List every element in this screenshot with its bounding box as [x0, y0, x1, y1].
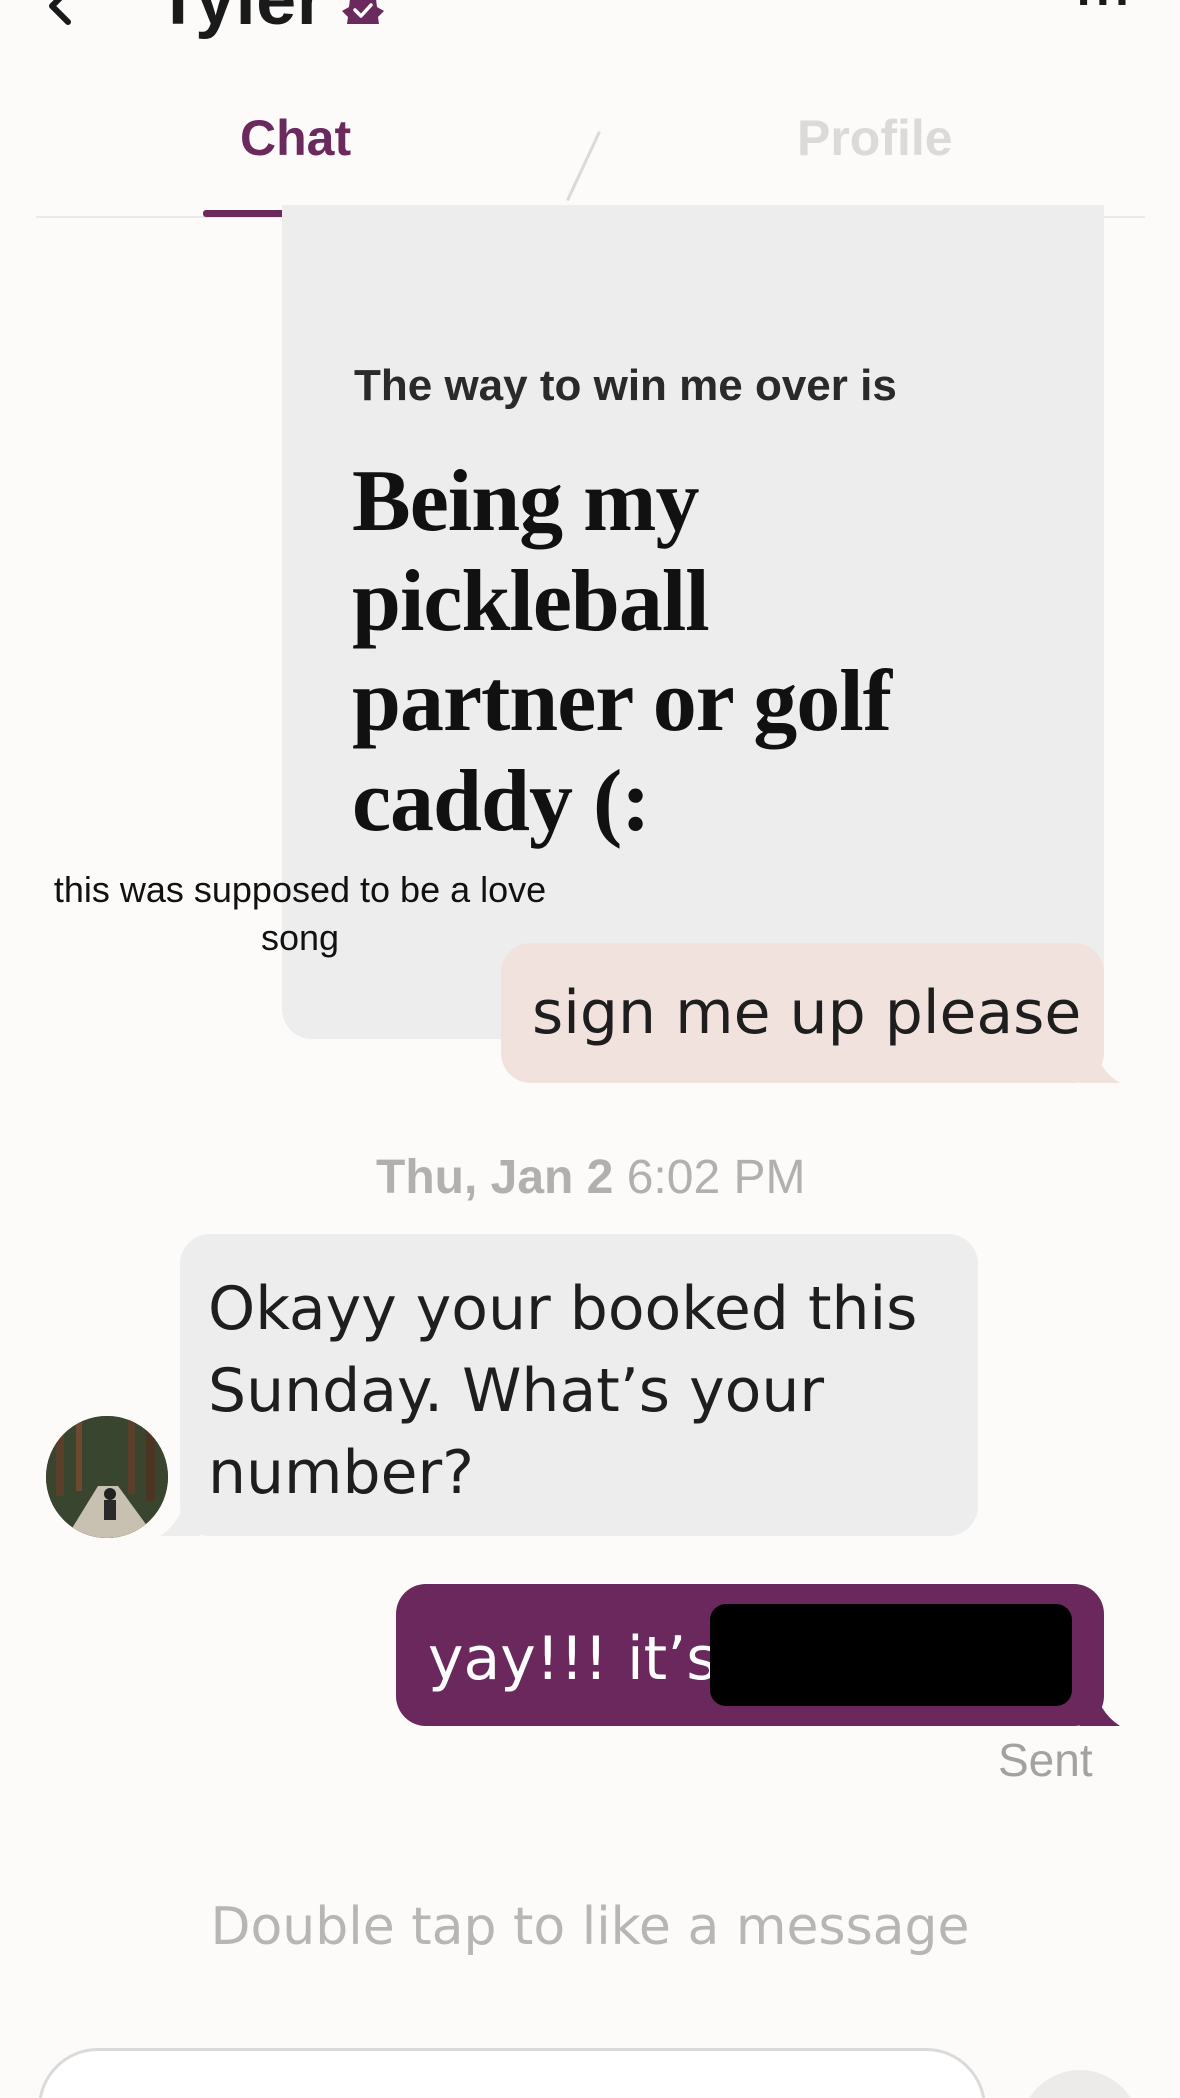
tab-separator	[566, 130, 601, 202]
message-input[interactable]	[38, 2048, 986, 2098]
tab-profile[interactable]: Profile	[797, 108, 953, 168]
bubble-tail	[1080, 1040, 1120, 1083]
prompt-answer: Being my pickleball partner or golf cadd…	[352, 453, 892, 850]
tab-chat[interactable]: Chat	[240, 108, 351, 168]
bubble-tail	[1080, 1680, 1120, 1726]
chevron-left-icon	[49, 0, 71, 25]
overlay-caption: this was supposed to be a love song	[53, 869, 547, 958]
prompt-question: The way to win me over is	[354, 361, 897, 410]
match-name: Tyler	[156, 0, 326, 40]
more-horizontal-icon: ...	[1076, 0, 1134, 15]
timestamp-time: 6:02 PM	[626, 1151, 806, 1204]
sent-status: Sent	[998, 1734, 1093, 1786]
avatar[interactable]	[46, 1416, 168, 1538]
message-timestamp: Thu, Jan 2 6:02 PM	[376, 1148, 805, 1208]
timestamp-date: Thu, Jan 2	[376, 1151, 614, 1204]
redaction-box	[710, 1604, 1072, 1706]
sent-message-text: sign me up please	[532, 978, 1082, 1048]
send-button[interactable]	[1020, 2070, 1140, 2098]
back-button[interactable]	[40, 0, 80, 26]
received-message-text: Okayy your booked this Sunday. What’s yo…	[208, 1274, 918, 1508]
more-options-button[interactable]: ...	[1076, 0, 1134, 12]
sent-message-text: yay!!! it’s	[428, 1624, 718, 1694]
double-tap-hint: Double tap to like a message	[210, 1897, 970, 1957]
verified-badge-icon	[340, 0, 386, 24]
